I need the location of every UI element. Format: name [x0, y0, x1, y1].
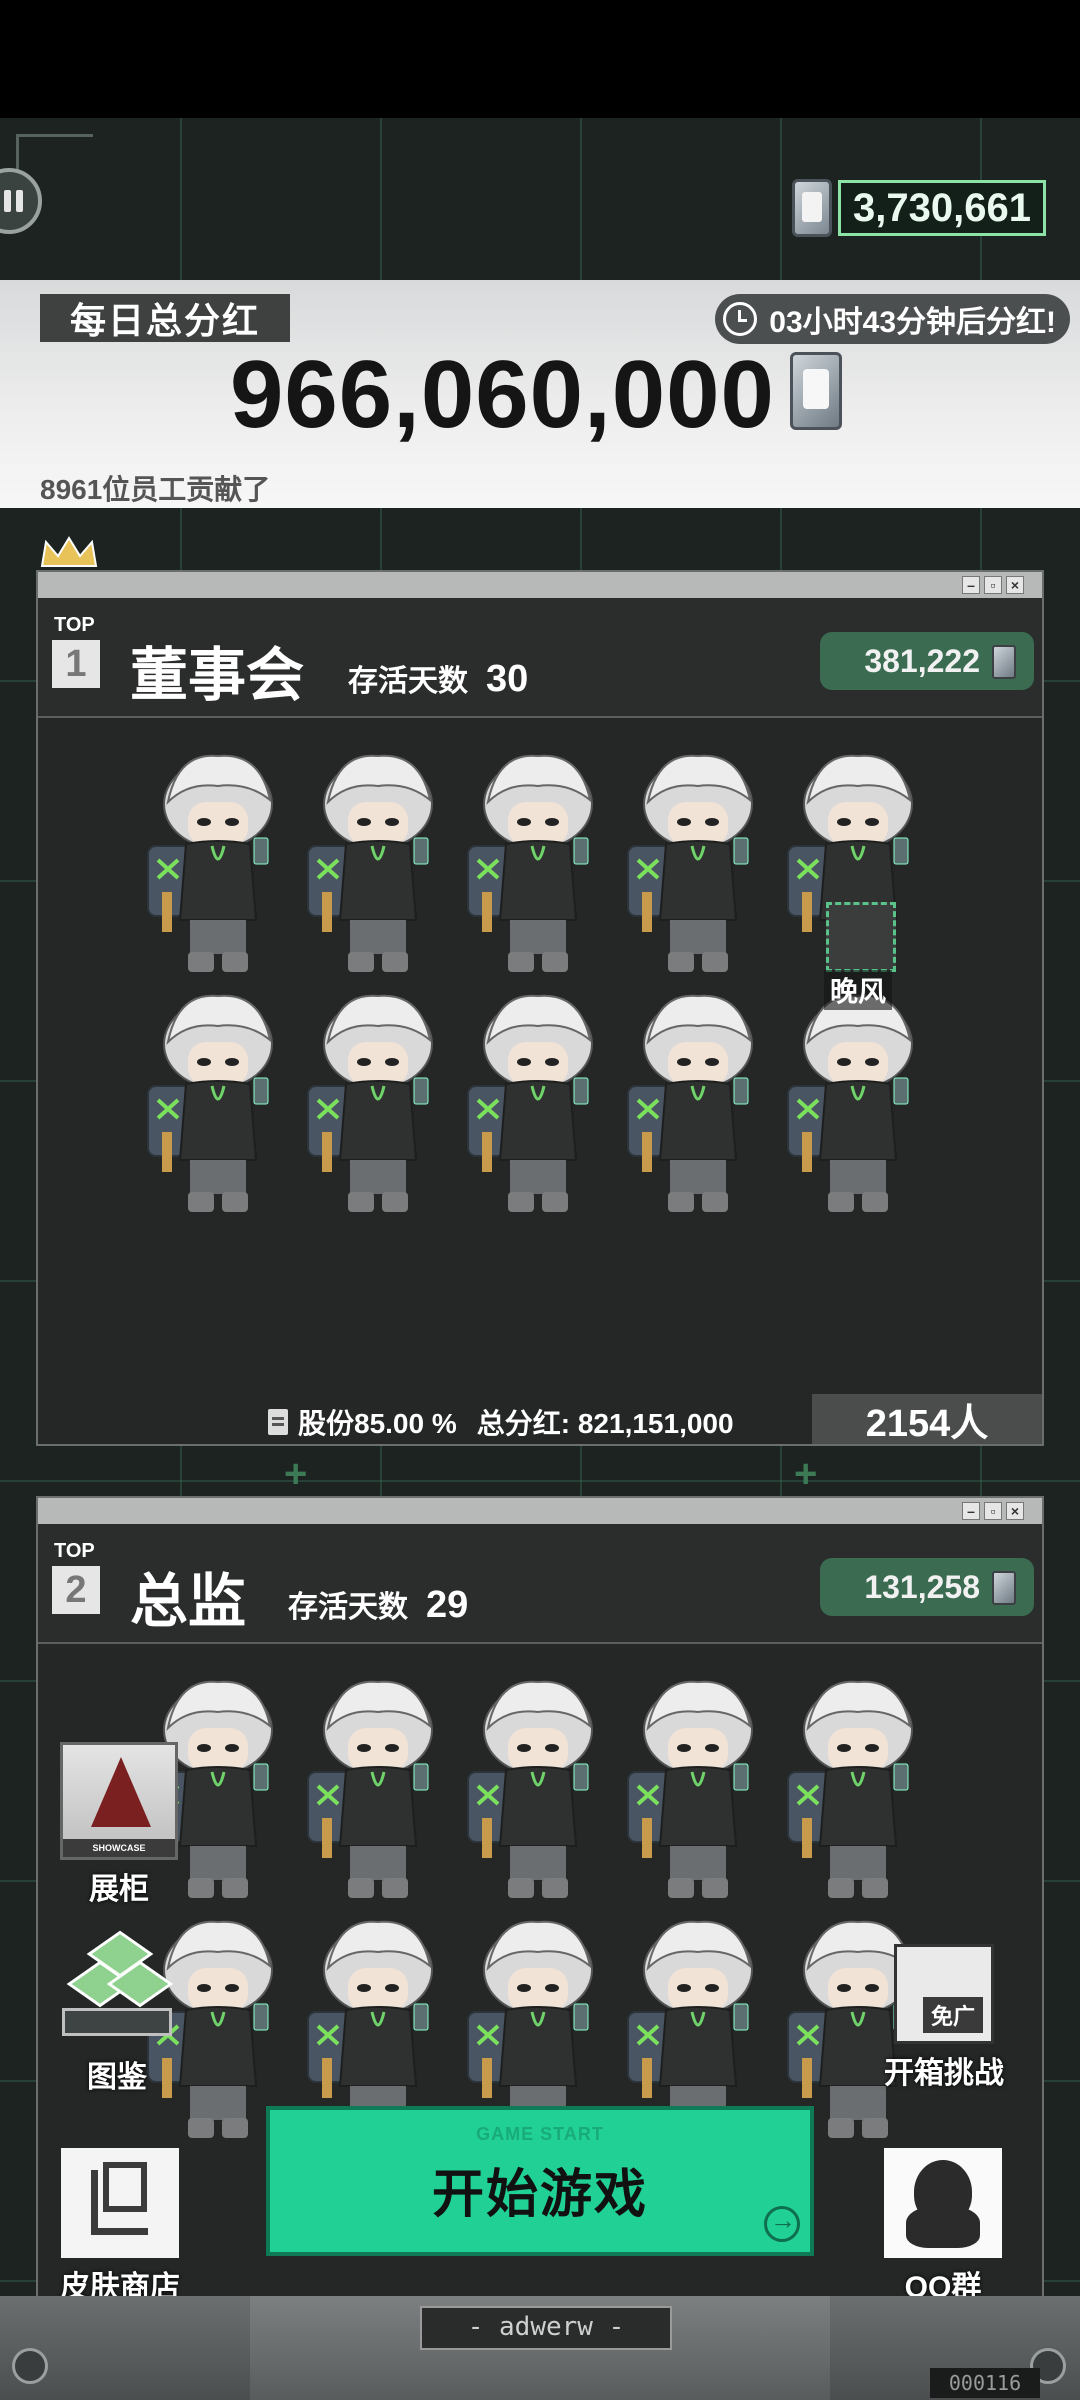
window-titlebar: – ▫ × [38, 572, 1042, 598]
window-titlebar: – ▫ × [38, 1498, 1042, 1524]
box-challenge-label: 开箱挑战 [884, 2057, 1004, 2090]
rank-title: 总监 [130, 1569, 247, 1634]
currency-value: 3,730,661 [838, 180, 1046, 236]
employee-avatar [298, 1668, 458, 1908]
device-bezel: - adwerw - 000116 [0, 2296, 1080, 2400]
arrow-right-icon [764, 2205, 800, 2242]
reward-value: 381,222 [864, 642, 980, 679]
start-sub-label: GAME START [476, 2124, 604, 2144]
plus-decor-icon: + [284, 1452, 308, 1496]
collection-button[interactable]: 图鉴 [58, 1930, 176, 2096]
rank-number: 2 [52, 1566, 100, 1614]
currency-display: 3,730,661 [792, 179, 1046, 237]
employee-avatar [618, 1668, 778, 1908]
device-label: - adwerw - [420, 2306, 672, 2350]
minimize-icon[interactable]: – [962, 1502, 980, 1520]
survive-days: 存活天数 29 [288, 1582, 468, 1627]
employee-avatar [138, 742, 298, 982]
showcase-badge: SHOWCASE [63, 1839, 175, 1857]
start-label: 开始游戏 [431, 2166, 648, 2224]
crown-icon [40, 536, 98, 567]
panel-header: TOP 1 董事会 存活天数 30 381,222 [38, 598, 1042, 718]
timer-text: 03小时43分钟后分红! [769, 306, 1056, 339]
skin-shop-icon [61, 2148, 179, 2258]
highlight-avatar [826, 902, 896, 972]
close-icon[interactable]: × [1006, 576, 1024, 594]
banner-tag: 每日总分红 [40, 294, 290, 342]
card-coin-icon [792, 179, 832, 237]
daily-total: 966,060,000 [230, 341, 775, 448]
survive-label: 存活天数 [348, 665, 468, 698]
maximize-icon[interactable]: ▫ [984, 1502, 1002, 1520]
contributors-text: 8961位员工贡献了 [40, 474, 271, 505]
employee-avatar [298, 982, 458, 1222]
employee-avatar [618, 982, 778, 1222]
people-count: 2154人 [812, 1394, 1042, 1445]
dividend-text: 总分红: 821,151,000 [476, 1408, 734, 1439]
qq-group-button[interactable]: QQ群 [884, 2148, 1002, 2306]
dividend-timer: 03小时43分钟后分红! [715, 294, 1070, 344]
card-coin-icon [992, 645, 1016, 679]
shares-info: 股份85.00 % 总分红: 821,151,000 [268, 1402, 734, 1442]
no-ad-tag: 免广 [923, 1997, 984, 2033]
shares-text: 股份85.00 % [298, 1408, 457, 1439]
rank-number: 1 [52, 640, 100, 688]
maximize-icon[interactable]: ▫ [984, 576, 1002, 594]
start-game-button[interactable]: GAME START 开始游戏 [266, 2106, 814, 2256]
survive-value: 29 [426, 1584, 469, 1626]
plus-decor-icon: + [794, 1452, 818, 1496]
showcase-label: 展柜 [89, 1873, 149, 1906]
employee-avatar [458, 1668, 618, 1908]
employee-avatar [778, 1668, 938, 1908]
employee-avatar [138, 982, 298, 1222]
collection-label: 图鉴 [87, 2061, 147, 2094]
close-icon[interactable]: × [1006, 1502, 1024, 1520]
gem-icon [91, 1757, 151, 1827]
app-root: 3,730,661 每日总分红 03小时43分钟后分红! 966,060,000… [0, 0, 1080, 2400]
screw-icon [12, 2348, 48, 2384]
survive-label: 存活天数 [288, 1591, 408, 1624]
showcase-icon: SHOWCASE [60, 1742, 178, 1860]
top-label: TOP [54, 1540, 95, 1562]
qq-penguin-icon [884, 2148, 1002, 2258]
rank-panel-1[interactable]: – ▫ × TOP 1 董事会 存活天数 30 381,222 晚风 股份85.… [36, 570, 1044, 1446]
card-coin-icon [790, 352, 842, 430]
rank-title: 董事会 [130, 643, 305, 708]
survive-days: 存活天数 30 [348, 656, 528, 701]
device-counter: 000116 [930, 2368, 1040, 2398]
panel-header: TOP 2 总监 存活天数 29 131,258 [38, 1524, 1042, 1644]
status-bar-area [0, 0, 1080, 118]
employee-avatar [298, 742, 458, 982]
survive-value: 30 [486, 658, 529, 700]
cubes-icon [58, 1930, 176, 2048]
employee-grid [138, 1668, 978, 2148]
card-coin-icon [992, 1571, 1016, 1605]
clock-icon [723, 302, 758, 336]
employee-avatar [458, 742, 618, 982]
minimize-icon[interactable]: – [962, 576, 980, 594]
employee-avatar [778, 982, 938, 1222]
reward-pill: 381,222 [820, 632, 1034, 690]
box-challenge-button[interactable]: 免广 开箱挑战 [884, 1944, 1004, 2092]
box-challenge-icon: 免广 [894, 1944, 994, 2044]
reward-value: 131,258 [864, 1568, 980, 1605]
employee-avatar [458, 982, 618, 1222]
reward-pill: 131,258 [820, 1558, 1034, 1616]
daily-dividend-banner: 每日总分红 03小时43分钟后分红! 966,060,000 8961位员工贡献… [0, 280, 1080, 508]
showcase-button[interactable]: SHOWCASE 展柜 [60, 1742, 178, 1908]
skin-shop-button[interactable]: 皮肤商店 [60, 2148, 180, 2306]
player-name-tag: 晚风 [824, 970, 893, 1010]
panel-footer: 股份85.00 % 总分红: 821,151,000 2154人 [38, 1394, 1042, 1445]
employee-avatar [618, 742, 778, 982]
clipboard-icon [268, 1409, 288, 1435]
top-label: TOP [54, 614, 95, 636]
